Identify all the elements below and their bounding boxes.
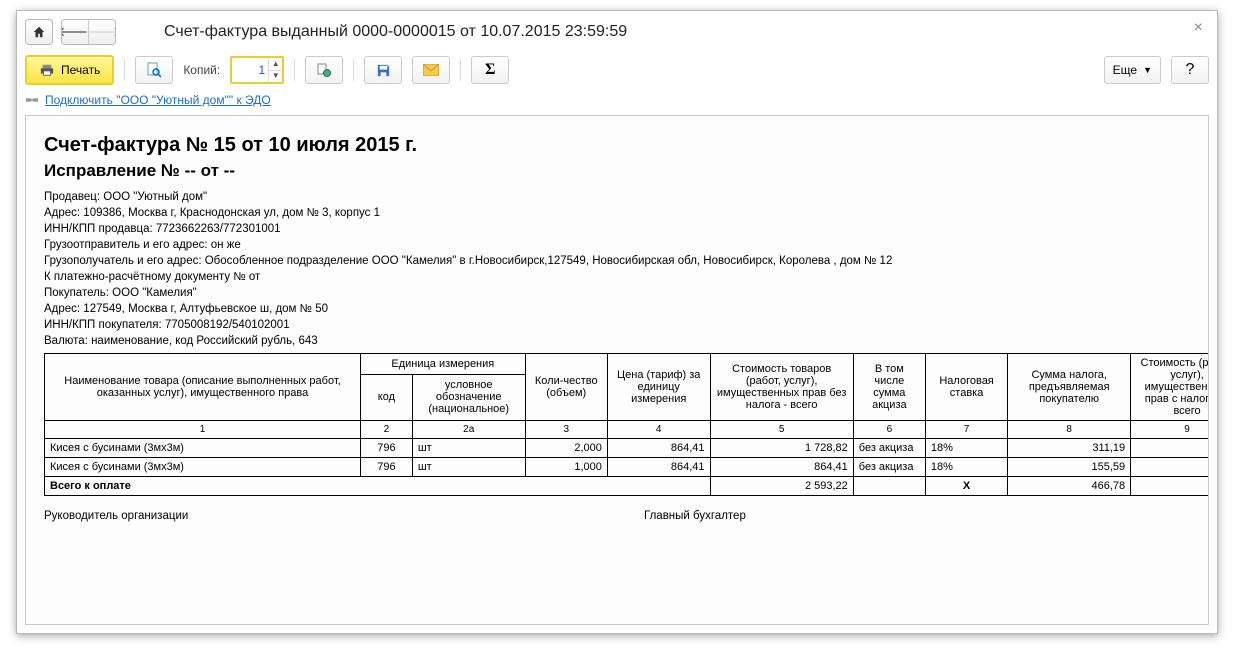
- copies-input[interactable]: [232, 63, 268, 77]
- buyer: Покупатель: ООО "Камелия": [44, 285, 1208, 301]
- home-button[interactable]: [25, 19, 53, 45]
- seller-inn: ИНН/КПП продавца: 7723662263/772301001: [44, 221, 1208, 237]
- th-qty: Коли-чество (объем): [525, 354, 607, 421]
- preview-button[interactable]: [135, 56, 173, 84]
- copies-label: Копий:: [183, 63, 220, 77]
- totals-row: Всего к оплате2 593,22X466,78: [45, 477, 1209, 496]
- window-title: Счет-фактура выданный 0000-0000015 от 10…: [164, 23, 627, 41]
- th-rate: Налоговая ставка: [925, 354, 1007, 421]
- copies-spinner[interactable]: ▲ ▼: [230, 56, 284, 84]
- currency: Валюта: наименование, код Российский руб…: [44, 333, 1208, 349]
- document-scroll[interactable]: Счет-фактура № 15 от 10 июля 2015 г. Исп…: [26, 116, 1208, 624]
- close-icon[interactable]: ×: [1194, 19, 1203, 37]
- th-price: Цена (тариф) за единицу измерения: [607, 354, 710, 421]
- th-name: Наименование товара (описание выполненны…: [45, 354, 361, 421]
- nav-forward-button: 🡒: [89, 20, 115, 44]
- connect-icon: [25, 93, 39, 107]
- print-label: Печать: [61, 63, 100, 77]
- shipper: Грузоотправитель и его адрес: он же: [44, 237, 1208, 253]
- save-button[interactable]: [364, 56, 402, 84]
- buyer-inn: ИНН/КПП покупателя: 7705008192/540102001: [44, 317, 1208, 333]
- email-button[interactable]: [412, 56, 450, 84]
- th-unit-name: условное обозначение (национальное): [412, 374, 525, 420]
- sum-button[interactable]: Σ: [471, 56, 509, 84]
- settings-button[interactable]: [305, 56, 343, 84]
- th-taxsum: Сумма налога, предъявляемая покупателю: [1008, 354, 1131, 421]
- th-unit-group: Единица измерения: [361, 354, 526, 375]
- buyer-address: Адрес: 127549, Москва г, Алтуфьевское ш,…: [44, 301, 1208, 317]
- consignee: Грузополучатель и его адрес: Обособленно…: [44, 253, 1208, 269]
- sign-head: Руководитель организации: [44, 510, 644, 522]
- edo-link[interactable]: Подключить "ООО "Уютный дом"" к ЭДО: [45, 93, 271, 107]
- table-row: Кисея с бусинами (3мх3м)796шт1,000864,41…: [45, 458, 1209, 477]
- printer-icon: [39, 63, 55, 77]
- page-settings-icon: [316, 62, 332, 78]
- th-cost-with-tax: Стоимость (работ, услуг), имущественного…: [1131, 354, 1208, 421]
- th-unit-code: код: [361, 374, 413, 420]
- th-cost: Стоимость товаров (работ, услуг), имущес…: [710, 354, 853, 421]
- nav-back-forward[interactable]: 🡐 🡒: [61, 19, 116, 45]
- seller-line: Продавец: ООО "Уютный дом": [44, 189, 1208, 205]
- floppy-icon: [376, 63, 391, 78]
- envelope-icon: [423, 64, 439, 76]
- chevron-down-icon: ▼: [1143, 65, 1152, 75]
- seller-address: Адрес: 109386, Москва г, Краснодонская у…: [44, 205, 1208, 221]
- help-icon: ?: [1186, 61, 1195, 79]
- doc-correction: Исправление № -- от --: [44, 161, 1208, 181]
- print-button[interactable]: Печать: [25, 55, 114, 85]
- invoice-table: Наименование товара (описание выполненны…: [44, 353, 1208, 496]
- help-button[interactable]: ?: [1171, 56, 1209, 84]
- home-icon: [32, 25, 46, 39]
- more-button[interactable]: Еще ▼: [1104, 56, 1161, 84]
- sigma-icon: Σ: [485, 61, 495, 79]
- spinner-down[interactable]: ▼: [268, 71, 282, 82]
- spinner-up[interactable]: ▲: [268, 59, 282, 71]
- th-excise: В том числе сумма акциза: [853, 354, 925, 421]
- magnifier-doc-icon: [146, 62, 162, 78]
- payment-doc: К платежно-расчётному документу № от: [44, 269, 1208, 285]
- table-row: Кисея с бусинами (3мх3м)796шт2,000864,41…: [45, 439, 1209, 458]
- sign-accountant: Главный бухгалтер: [644, 510, 746, 522]
- doc-title: Счет-фактура № 15 от 10 июля 2015 г.: [44, 134, 1208, 157]
